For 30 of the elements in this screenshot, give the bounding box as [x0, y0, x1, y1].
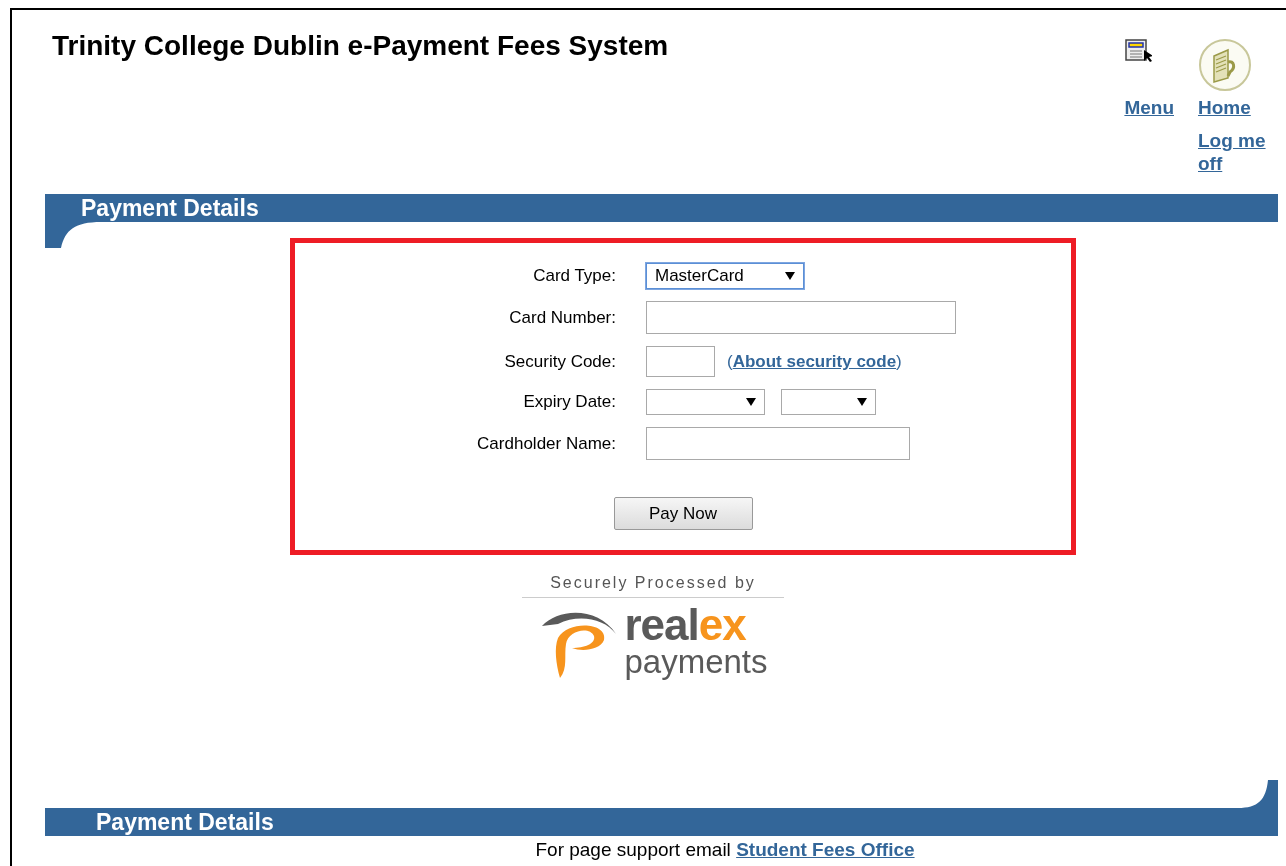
caret-icon — [857, 398, 867, 406]
logo-subtitle: payments — [624, 645, 768, 679]
cardholder-name-field[interactable] — [646, 427, 910, 460]
field-label: Card Type: — [532, 265, 617, 288]
student-fees-office-link[interactable]: Student Fees Office — [736, 839, 915, 860]
card-number-field[interactable] — [646, 301, 956, 334]
form-pointer-icon[interactable] — [1124, 38, 1153, 62]
nav-link[interactable]: Menu — [1124, 96, 1174, 119]
logo-caption: Securely Processed by — [522, 571, 784, 598]
logo-wordmark: realex — [624, 605, 747, 645]
field-label: Expiry Date: — [522, 391, 617, 414]
security-code-field[interactable] — [646, 346, 715, 377]
security-code-help: (About security code) — [727, 350, 902, 373]
field-label: Security Code: — [503, 350, 617, 373]
support-text: For page support email Student Fees Office — [534, 838, 916, 862]
field-label: Card Number: — [508, 306, 617, 329]
section-title: Payment Details — [81, 196, 259, 220]
footer-title: Payment Details — [96, 810, 274, 834]
about-security-code-link[interactable]: About security code — [732, 351, 897, 371]
caret-icon — [746, 398, 756, 406]
field-label: Cardholder Name: — [476, 432, 617, 455]
pay-now-button[interactable]: Pay Now — [613, 497, 753, 530]
document-circle-icon[interactable] — [1198, 38, 1252, 92]
nav-link[interactable]: Home — [1198, 96, 1251, 119]
dropdown[interactable] — [646, 389, 765, 415]
dropdown[interactable] — [781, 389, 876, 415]
caret-icon — [785, 272, 795, 280]
dropdown[interactable]: MasterCard — [646, 263, 804, 289]
log-off-link[interactable]: Log me off — [1198, 129, 1272, 175]
page-title: Trinity College Dublin e-Payment Fees System — [52, 32, 669, 63]
